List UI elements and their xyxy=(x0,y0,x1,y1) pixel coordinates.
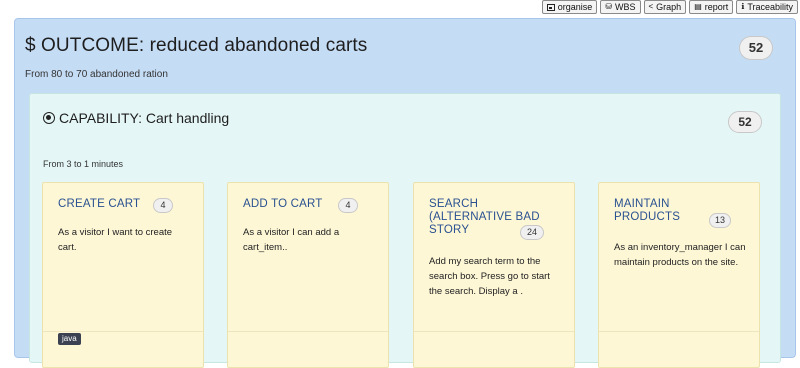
report-button[interactable]: ▤ report xyxy=(689,0,734,14)
capability-panel: CAPABILITY: Cart handling 52 From 3 to 1… xyxy=(29,93,781,368)
outcome-subtitle: From 80 to 70 abandoned ration xyxy=(25,69,168,80)
graph-button[interactable]: < Graph xyxy=(643,0,687,14)
outcome-points-badge: 52 xyxy=(739,36,773,60)
outcome-title[interactable]: $ OUTCOME: reduced abandoned carts xyxy=(25,35,367,57)
story-card-maintain-products[interactable]: MAINTAIN PRODUCTS 13 As an inventory_man… xyxy=(598,182,760,368)
story-description: Add my search term to the search box. Pr… xyxy=(429,256,550,297)
capability-title: CAPABILITY: Cart handling xyxy=(59,110,230,126)
wbs-label: WBS xyxy=(614,2,636,12)
story-card-search[interactable]: SEARCH (ALTERNATIVE BAD STORY 24 Add my … xyxy=(413,182,575,368)
organise-button[interactable]: organise xyxy=(541,0,598,14)
story-title[interactable]: MAINTAIN PRODUCTS xyxy=(614,198,704,224)
card-footer-divider xyxy=(43,331,203,332)
layout-icon xyxy=(546,3,555,11)
capability-heading[interactable]: CAPABILITY: Cart handling xyxy=(43,110,229,126)
organise-label: organise xyxy=(557,2,593,12)
story-description: As a visitor I want to create cart. xyxy=(58,227,173,253)
card-footer-divider xyxy=(599,331,759,332)
story-description: As an inventory_manager I can maintain p… xyxy=(614,242,746,268)
capability-subtitle: From 3 to 1 minutes xyxy=(43,159,124,169)
story-title[interactable]: CREATE CART xyxy=(58,198,158,211)
capability-points-badge: 52 xyxy=(728,111,762,133)
story-card-create-cart[interactable]: CREATE CART 4 As a visitor I want to cre… xyxy=(42,182,204,368)
share-icon: < xyxy=(648,2,654,11)
card-footer-divider xyxy=(228,331,388,332)
story-title[interactable]: ADD TO CART xyxy=(243,198,343,211)
story-points-badge: 24 xyxy=(520,225,544,240)
story-tag[interactable]: java xyxy=(58,333,81,345)
list-icon: ▤ xyxy=(694,2,702,11)
story-points-badge: 4 xyxy=(153,198,173,213)
target-icon xyxy=(43,112,55,124)
outcome-panel: $ OUTCOME: reduced abandoned carts 52 Fr… xyxy=(14,18,796,368)
report-label: report xyxy=(704,2,729,12)
story-points-badge: 4 xyxy=(338,198,358,213)
info-icon: ℹ xyxy=(741,2,745,11)
graph-label: Graph xyxy=(656,2,682,12)
wbs-button[interactable]: ⛁ WBS xyxy=(600,0,641,14)
story-card-add-to-cart[interactable]: ADD TO CART 4 As a visitor I can add a c… xyxy=(227,182,389,368)
story-points-badge: 13 xyxy=(709,213,731,228)
story-description: As a visitor I can add a cart_item.. xyxy=(243,227,340,253)
hierarchy-icon: ⛁ xyxy=(605,2,612,11)
card-footer-divider xyxy=(414,331,574,332)
traceability-button[interactable]: ℹ Traceability xyxy=(736,0,798,14)
traceability-label: Traceability xyxy=(747,2,793,12)
view-toolbar: organise ⛁ WBS < Graph ▤ report ℹ Tracea… xyxy=(541,0,798,14)
